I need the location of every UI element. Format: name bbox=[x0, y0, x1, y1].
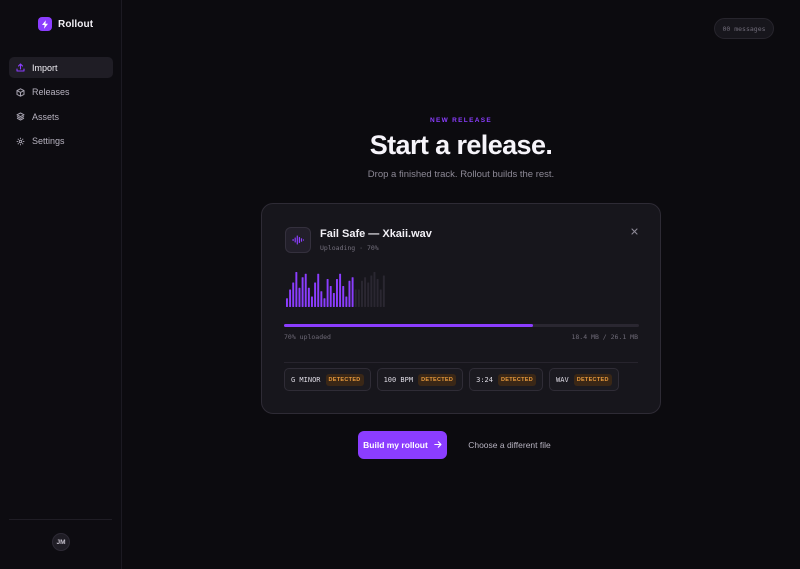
sidebar-nav: Import Releases Assets Settings bbox=[9, 57, 113, 155]
upload-status: Uploading · 70% bbox=[320, 244, 379, 252]
waveform-bar bbox=[311, 296, 313, 307]
chip-label: G MINOR bbox=[291, 375, 321, 384]
detected-badge: DETECTED bbox=[573, 373, 612, 386]
waveform-bar bbox=[336, 279, 338, 307]
close-icon[interactable] bbox=[628, 225, 640, 237]
waveform-bar bbox=[320, 291, 323, 307]
gear-icon bbox=[16, 137, 25, 146]
chip-label: WAV bbox=[556, 375, 569, 384]
detected-metadata: G MINOR DETECTED 100 BPM DETECTED 3:24 D… bbox=[284, 368, 619, 391]
waveform-bar bbox=[323, 298, 326, 307]
waveform-bar bbox=[304, 273, 307, 307]
waveform-bar bbox=[286, 298, 288, 307]
choose-different-file-button[interactable]: Choose a different file bbox=[462, 431, 557, 459]
waveform-bar bbox=[295, 272, 298, 307]
button-label: Build my rollout bbox=[363, 440, 428, 450]
waveform-bar bbox=[376, 279, 379, 307]
detected-badge: DETECTED bbox=[497, 373, 537, 386]
upload-icon bbox=[16, 63, 25, 72]
messages-pill[interactable]: 00 messages bbox=[714, 18, 774, 39]
size-label: 18.4 MB / 26.1 MB bbox=[571, 333, 638, 341]
chip-label: 100 BPM bbox=[383, 375, 414, 384]
key-chip[interactable]: G MINOR DETECTED bbox=[284, 368, 371, 391]
sidebar-item-label: Import bbox=[32, 62, 58, 73]
sidebar-item-settings[interactable]: Settings bbox=[9, 131, 113, 152]
detected-badge: DETECTED bbox=[325, 373, 364, 386]
waveform-bar bbox=[370, 275, 373, 307]
detected-badge: DETECTED bbox=[418, 373, 457, 386]
waveform-bar bbox=[292, 282, 295, 307]
chip-label: 3:24 bbox=[476, 375, 493, 384]
waveform-bar bbox=[382, 275, 385, 307]
waveform-preview bbox=[286, 272, 385, 307]
arrow-right-icon bbox=[434, 440, 442, 450]
sidebar-item-releases[interactable]: Releases bbox=[9, 82, 113, 103]
waveform-bar bbox=[373, 272, 376, 307]
avatar[interactable]: JM bbox=[52, 533, 70, 551]
card-divider bbox=[284, 362, 638, 363]
file-name: Fail Safe — Xkaii.wav bbox=[320, 228, 432, 240]
waveform-bar bbox=[357, 289, 360, 307]
sidebar-item-label: Settings bbox=[32, 136, 65, 146]
format-chip[interactable]: WAV DETECTED bbox=[549, 368, 619, 391]
sidebar: Rollout Import Releases Assets Settings bbox=[0, 0, 122, 569]
sidebar-item-label: Releases bbox=[32, 87, 70, 97]
sidebar-item-label: Assets bbox=[32, 111, 60, 122]
waveform-bar bbox=[364, 277, 367, 307]
bolt-icon bbox=[38, 17, 52, 31]
progress-label: 70% uploaded bbox=[284, 333, 331, 341]
layers-icon bbox=[16, 112, 25, 121]
box-icon bbox=[16, 87, 25, 97]
waveform-bar bbox=[339, 273, 342, 307]
waveform-bar bbox=[307, 287, 310, 307]
waveform-bar bbox=[379, 289, 382, 307]
waveform-bar bbox=[326, 279, 329, 307]
waveform-bar bbox=[317, 273, 320, 307]
bpm-chip[interactable]: 100 BPM DETECTED bbox=[376, 368, 464, 391]
sidebar-item-assets[interactable]: Assets bbox=[9, 106, 113, 127]
waveform-bar bbox=[298, 287, 301, 307]
upload-progress-bar bbox=[284, 324, 639, 327]
waveform-bar bbox=[289, 289, 292, 307]
page-subtitle: Drop a finished track. Rollout builds th… bbox=[367, 169, 555, 180]
waveform-bar bbox=[329, 286, 332, 307]
brand-name: Rollout bbox=[58, 18, 94, 30]
waveform-bar bbox=[301, 277, 304, 307]
upload-card: Fail Safe — Xkaii.wav Uploading · 70% 70… bbox=[261, 203, 661, 414]
sidebar-item-import[interactable]: Import bbox=[9, 57, 113, 78]
sidebar-divider bbox=[9, 519, 112, 520]
build-rollout-button[interactable]: Build my rollout bbox=[358, 431, 447, 459]
upload-progress-fill bbox=[284, 324, 533, 327]
waveform-bar bbox=[361, 280, 363, 307]
duration-chip[interactable]: 3:24 DETECTED bbox=[469, 368, 544, 391]
eyebrow-label: NEW RELEASE bbox=[430, 117, 492, 124]
waveform-bar bbox=[367, 282, 370, 307]
page-title: Start a release. bbox=[369, 130, 553, 160]
brand[interactable]: Rollout bbox=[38, 17, 93, 31]
waveform-icon bbox=[285, 227, 311, 253]
waveform-bar bbox=[345, 296, 348, 307]
waveform-bar bbox=[348, 280, 351, 307]
waveform-bar bbox=[342, 286, 345, 307]
waveform-bar bbox=[354, 289, 357, 307]
waveform-bar bbox=[314, 282, 317, 307]
waveform-bar bbox=[332, 293, 335, 307]
waveform-bar bbox=[351, 277, 354, 307]
